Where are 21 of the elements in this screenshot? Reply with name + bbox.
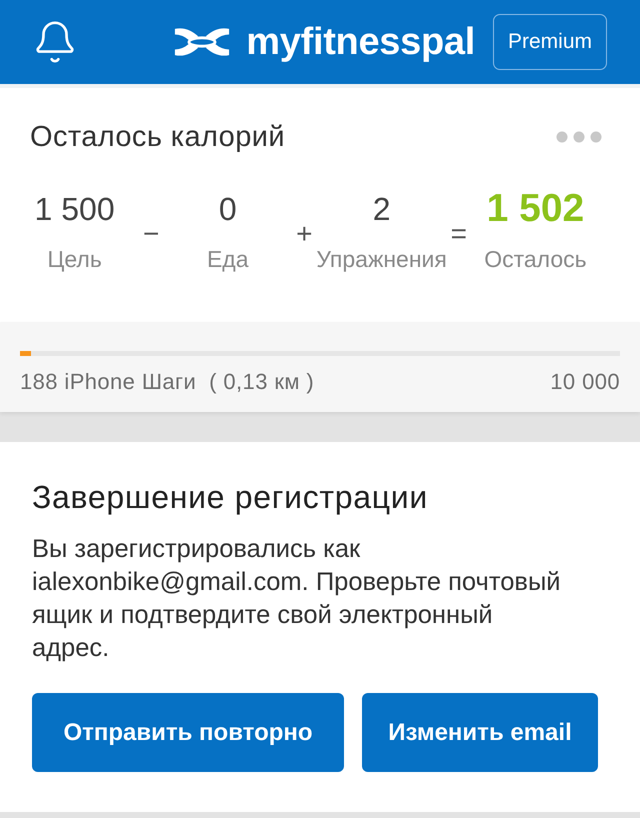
resend-button[interactable]: Отправить повторно	[32, 693, 344, 772]
card-title: Осталось калорий	[30, 120, 285, 154]
operator-sign: +	[295, 219, 314, 249]
operator-sign: −	[142, 219, 160, 249]
calorie-label: Еда	[206, 246, 249, 272]
steps-text: 188 iPhone Шаги ( 0,13 км )	[20, 370, 314, 394]
calorie-label: Упражнения	[316, 246, 447, 272]
brand-name: myfitnesspal	[246, 20, 475, 64]
calorie-label: Осталось	[484, 246, 587, 272]
remaining-value: 1 502	[486, 190, 584, 228]
calorie-value: 0	[218, 190, 237, 228]
calorie-value: 1 500	[34, 190, 115, 228]
calorie-value: 2	[372, 190, 390, 228]
change-email-button[interactable]: Изменить email	[362, 693, 598, 772]
operator-sign: =	[450, 219, 468, 249]
calorie-label: Цель	[47, 246, 102, 272]
premium-button[interactable]: Premium	[492, 14, 607, 70]
message-text: Вы зарегистрировались как ialexonbike@gmail.com. Проверьте почтовый ящик и подтвердите свой электронный адрес.	[32, 534, 562, 664]
steps-goal: 10 000	[550, 370, 620, 394]
section-title: Завершение регистрации	[32, 479, 429, 515]
logo-icon	[174, 26, 230, 58]
